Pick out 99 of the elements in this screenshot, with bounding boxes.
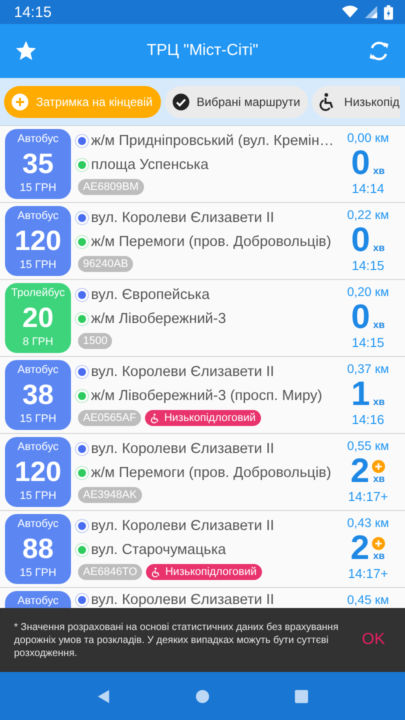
distance-text: 0,55 км: [347, 439, 389, 453]
distance-text: 0,37 км: [347, 362, 389, 376]
arrival-time: 14:15: [352, 335, 384, 350]
minutes-value: 0: [351, 222, 370, 258]
minutes-unit: хв: [373, 551, 385, 562]
arrival-row[interactable]: Тролейбус 20 8 ГРН вул. Європейська ж/м Лівобережний-3 1500 0,20 км 0 хв 14:15: [0, 280, 405, 357]
minutes-value: 2: [350, 453, 370, 489]
filter-chip[interactable]: Вибрані маршрути: [164, 86, 308, 118]
vehicle-type: Автобус: [18, 441, 58, 453]
destination-dot-icon: [78, 392, 86, 400]
origin-stop: вул. Королеви Єлизавети II: [91, 441, 274, 457]
vehicle-type: Автобус: [18, 210, 58, 222]
origin-stop: вул. Королеви Єлизавети II: [91, 210, 274, 226]
battery-charging-icon: [384, 4, 393, 20]
route-number: 88: [22, 534, 54, 564]
plate-number-tag: 1500: [78, 333, 112, 349]
origin-stop: вул. Королеви Єлизавети II: [91, 364, 274, 380]
minutes-unit: хв: [373, 474, 385, 485]
destination-dot-icon: [78, 315, 86, 323]
arrival-time: 14:17+: [348, 489, 388, 504]
refresh-icon: [367, 39, 391, 63]
wifi-icon: [342, 5, 358, 19]
origin-dot-icon: [78, 445, 86, 453]
minutes-value: 1: [351, 376, 370, 412]
origin-dot-icon: [78, 522, 86, 530]
minutes-value: 0: [351, 299, 370, 335]
arrival-row[interactable]: Автобус вул. Королеви Єлизавети II 0,45 км: [0, 588, 405, 608]
minutes-value: 2: [350, 530, 370, 566]
route-number: 20: [22, 302, 54, 332]
vehicle-type: Автобус: [18, 364, 58, 376]
fare-price: 15 ГРН: [20, 259, 56, 271]
origin-dot-icon: [78, 368, 86, 376]
distance-text: 0,20 км: [347, 285, 389, 299]
route-number: 38: [22, 380, 54, 410]
plate-number-tag: AE0565AF: [78, 410, 142, 426]
low-floor-label: Низькопідлоговий: [164, 412, 256, 424]
destination-stop: вул. Старочумацька: [91, 542, 226, 558]
signal-icon: [363, 5, 379, 19]
fare-price: 15 ГРН: [20, 490, 56, 502]
arrival-time: 14:14: [352, 181, 384, 196]
origin-dot-icon: [78, 596, 86, 604]
vehicle-type: Автобус: [18, 133, 58, 145]
distance-text: 0,43 км: [347, 516, 389, 530]
destination-stop: площа Успенська: [91, 157, 209, 173]
distance-text: 0,00 км: [347, 131, 389, 145]
arrival-time: 14:16: [352, 412, 384, 427]
destination-stop: ж/м Перемоги (пров. Добровольців): [91, 465, 332, 481]
vehicle-type: Автобус: [18, 595, 58, 607]
vehicle-type: Автобус: [18, 518, 58, 530]
arrival-row[interactable]: Автобус 88 15 ГРН вул. Королеви Єлизавети II вул. Старочумацька AE6846TO Низькопідлоговий 0,43 км 2 хв 14:17+: [0, 511, 405, 588]
minutes-unit: хв: [373, 243, 385, 254]
minutes-unit: хв: [373, 166, 385, 177]
origin-dot-icon: [78, 291, 86, 299]
plus-circle-icon: [10, 92, 30, 112]
plate-number-tag: AE6846TO: [78, 564, 142, 580]
destination-stop: ж/м Лівобережний-3 (просп. Миру): [91, 388, 322, 404]
origin-dot-icon: [78, 214, 86, 222]
clock-time: 14:15: [14, 4, 52, 20]
plate-number-tag: AE3948AK: [78, 487, 142, 503]
back-triangle-icon: [96, 688, 111, 704]
plate-number-tag: AE6809BM: [78, 179, 144, 195]
route-number: 35: [22, 148, 54, 178]
origin-stop: вул. Європейська: [91, 287, 210, 303]
origin-dot-icon: [78, 137, 86, 145]
origin-stop: ж/м Придніпровський (вул. Кремін…: [91, 133, 334, 149]
minutes-unit: хв: [373, 320, 385, 331]
distance-text: 0,45 км: [347, 593, 389, 607]
arrival-row[interactable]: Автобус 38 15 ГРН вул. Королеви Єлизавети II ж/м Лівобережний-3 (просп. Миру) AE0565AF Низькопідлоговий 0,37 км 1 хв 14:16: [0, 357, 405, 434]
destination-dot-icon: [78, 546, 86, 554]
arrival-row[interactable]: Автобус 120 15 ГРН вул. Королеви Єлизавети II ж/м Перемоги (пров. Добровольців) AE3948AK 0,55 км 2 хв 14:17+: [0, 434, 405, 511]
fare-price: 15 ГРН: [20, 567, 56, 579]
destination-dot-icon: [78, 161, 86, 169]
arrival-time: 14:17+: [348, 566, 388, 581]
origin-stop: вул. Королеви Єлизавети II: [91, 518, 274, 534]
fare-price: 15 ГРН: [20, 182, 56, 194]
destination-stop: ж/м Лівобережний-3: [91, 311, 226, 327]
screen-title: ТРЦ "Міст-Сіті": [146, 42, 258, 60]
low-floor-label: Низькопідлоговий: [165, 566, 257, 578]
origin-stop: вул. Королеви Єлизавети II: [91, 592, 274, 608]
snackbar-message: * Значення розраховані на основі статистичних даних без врахування дорожніх умов та розкладів. У деяких випадках можуть бути суттєві розходження.: [14, 620, 340, 660]
destination-stop: ж/м Перемоги (пров. Добровольців): [91, 234, 332, 250]
arrival-time: 14:15: [352, 258, 384, 273]
fare-price: 15 ГРН: [20, 413, 56, 425]
route-number: 120: [14, 456, 62, 486]
route-number: 120: [14, 226, 62, 256]
minutes-value: 0: [351, 145, 370, 181]
distance-text: 0,22 км: [347, 208, 389, 222]
destination-dot-icon: [78, 469, 86, 477]
plate-number-tag: 96240AB: [78, 256, 134, 272]
filter-chip[interactable]: Низькопід: [312, 86, 400, 118]
recents-square-icon: [294, 688, 309, 704]
fare-price: 8 ГРН: [22, 336, 54, 348]
arrival-row[interactable]: Автобус 35 15 ГРН ж/м Придніпровський (вул. Кремін… площа Успенська AE6809BM 0,00 км 0 хв 14:14: [0, 126, 405, 203]
home-circle-icon: [195, 688, 210, 704]
check-circle-icon: [170, 92, 191, 112]
destination-dot-icon: [78, 238, 86, 246]
minutes-unit: хв: [373, 397, 385, 408]
vehicle-type: Тролейбус: [11, 287, 65, 299]
arrival-row[interactable]: Автобус 120 15 ГРН вул. Королеви Єлизавети II ж/м Перемоги (пров. Добровольців) 96240AB 0,22 км 0 хв 14:15: [0, 203, 405, 280]
